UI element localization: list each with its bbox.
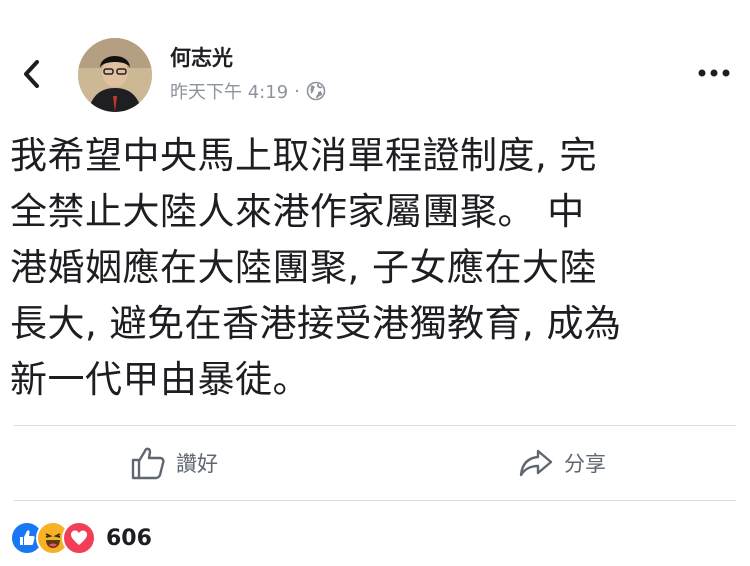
author-photo (78, 38, 152, 112)
like-button[interactable]: 讚好 (130, 440, 218, 486)
chevron-left-icon (24, 60, 39, 88)
author-name[interactable]: 何志光 (170, 42, 233, 72)
post-body: 我希望中央馬上取消單程證制度, 完 全禁止大陸人來港作家屬團聚。 中 港婚姻應在… (10, 128, 740, 408)
love-reaction-icon (62, 521, 96, 555)
reaction-count: 606 (106, 525, 152, 551)
post-body-line: 長大, 避免在香港接受港獨教育, 成為 (10, 302, 622, 345)
divider (14, 500, 736, 501)
like-label: 讚好 (176, 452, 218, 476)
reactions-summary[interactable]: 606 (10, 520, 152, 556)
avatar[interactable] (78, 38, 152, 112)
post-body-line: 我希望中央馬上取消單程證制度, 完 (10, 134, 598, 177)
divider (14, 425, 736, 426)
post-header: 何志光 昨天下午 4:19 · (0, 0, 750, 115)
back-button[interactable] (14, 56, 50, 92)
more-options-button[interactable] (694, 60, 734, 86)
globe-icon (306, 81, 326, 101)
more-dots-icon (698, 69, 730, 77)
share-label: 分享 (564, 452, 606, 476)
share-arrow-icon (519, 449, 553, 477)
post-meta: 昨天下午 4:19 · (170, 78, 326, 104)
timestamp[interactable]: 昨天下午 4:19 (170, 78, 288, 104)
post-body-line: 全禁止大陸人來港作家屬團聚。 中 (10, 190, 585, 233)
thumbs-up-icon (131, 447, 165, 480)
post-body-line: 新一代甲由暴徒。 (10, 358, 310, 401)
share-button[interactable]: 分享 (518, 440, 606, 486)
post-body-line: 港婚姻應在大陸團聚, 子女應在大陸 (10, 246, 598, 289)
meta-separator: · (294, 80, 300, 102)
